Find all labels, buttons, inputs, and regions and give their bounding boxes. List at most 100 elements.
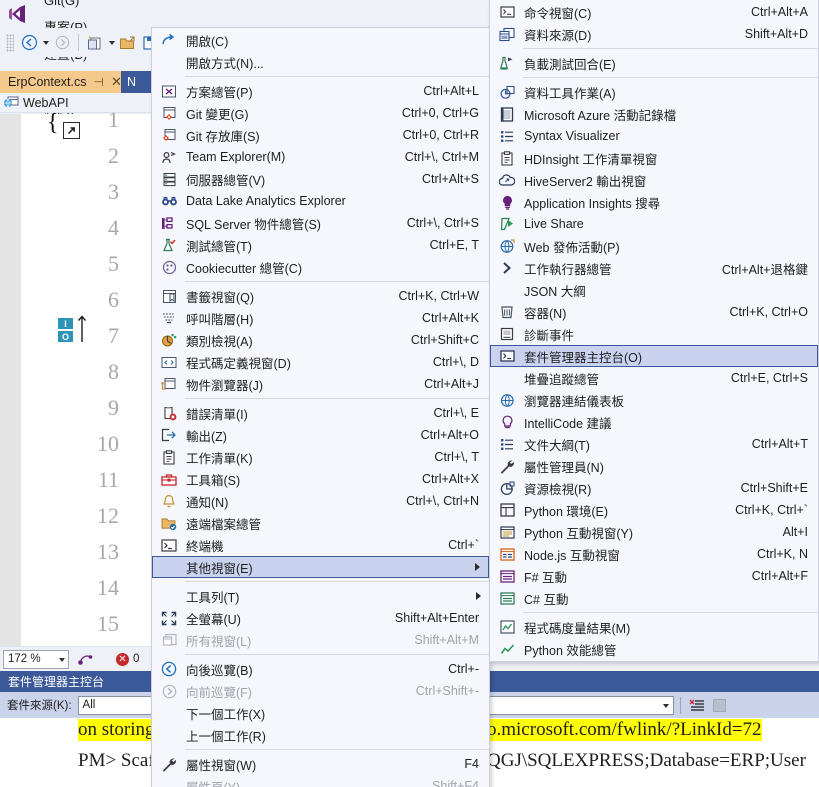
object-browser-icon: [152, 373, 186, 395]
other-windows-menu-item-18[interactable]: 堆疊追蹤總管 Ctrl+E, Ctrl+S: [490, 367, 818, 389]
menubar-item-3[interactable]: Git(G): [34, 0, 98, 15]
view-menu-item-19[interactable]: 錯誤清單(I) Ctrl+\, E: [152, 402, 489, 424]
other-windows-menu-item-8[interactable]: HDInsight 工作清單視窗: [490, 147, 818, 169]
view-menu-item-8[interactable]: Data Lake Analytics Explorer: [152, 190, 489, 212]
view-menu-item-22[interactable]: 工具箱(S) Ctrl+Alt+X: [152, 468, 489, 490]
view-menu-item-37[interactable]: 屬性視窗(W) F4: [152, 753, 489, 775]
other-windows-menu-item-30[interactable]: 程式碼度量結果(M): [490, 616, 818, 638]
view-menu-item-14[interactable]: 呼叫階層(H) Ctrl+Alt+K: [152, 307, 489, 329]
other-windows-menu-item-6[interactable]: Microsoft Azure 活動記錄檔: [490, 103, 818, 125]
view-menu-item-7[interactable]: 伺服器總管(V) Ctrl+Alt+S: [152, 168, 489, 190]
menu-item-label: 類別檢視(A): [186, 334, 253, 349]
other-windows-menu-item-24[interactable]: Python 環境(E) Ctrl+K, Ctrl+`: [490, 499, 818, 521]
view-menu-item-4[interactable]: Git 變更(G) Ctrl+0, Ctrl+G: [152, 102, 489, 124]
pin-icon[interactable]: ⊣: [94, 75, 104, 89]
menu-item-shortcut: Ctrl+Alt+J: [424, 377, 479, 391]
other-windows-menu-item-16[interactable]: 診斷事件: [490, 323, 818, 345]
view-menu-item-0[interactable]: 開啟(C): [152, 29, 489, 51]
other-windows-menu-item-28[interactable]: C# 互動: [490, 587, 818, 609]
other-windows-menu-item-14[interactable]: JSON 大綱: [490, 279, 818, 301]
view-menu-item-29[interactable]: 全螢幕(U) Shift+Alt+Enter: [152, 607, 489, 629]
view-menu-item-21[interactable]: 工作清單(K) Ctrl+\, T: [152, 446, 489, 468]
view-menu-item-23[interactable]: 通知(N) Ctrl+\, Ctrl+N: [152, 490, 489, 512]
other-windows-menu-item-31[interactable]: Python 效能總管: [490, 638, 818, 660]
view-menu-item-11[interactable]: Cookiecutter 總管(C): [152, 256, 489, 278]
chevron-down-icon[interactable]: [59, 657, 65, 662]
code-insight-icon[interactable]: [77, 651, 94, 667]
other-windows-menu-item-3[interactable]: 負載測試回合(E): [490, 52, 818, 74]
menu-item-shortcut: Ctrl+K, Ctrl+O: [729, 305, 809, 319]
open-file-icon[interactable]: [117, 32, 139, 54]
menu-item-shortcut: Ctrl+K, Ctrl+W: [398, 289, 479, 303]
other-windows-menu-item-9[interactable]: HiveServer2 輸出視窗: [490, 169, 818, 191]
other-windows-menu-item-5[interactable]: 資料工具作業(A): [490, 81, 818, 103]
menu-item-shortcut: Ctrl+Alt+O: [420, 428, 479, 442]
editor-line-number: 9: [108, 395, 119, 420]
other-windows-menu-item-1[interactable]: 資料來源(D) Shift+Alt+D: [490, 23, 818, 45]
view-menu-item-5[interactable]: Git 存放庫(S) Ctrl+0, Ctrl+R: [152, 124, 489, 146]
view-menu-item-32[interactable]: 向後巡覽(B) Ctrl+-: [152, 658, 489, 680]
view-menu-item-6[interactable]: Team Explorer(M) Ctrl+\, Ctrl+M: [152, 146, 489, 168]
other-windows-menu-item-23[interactable]: 資源檢視(R) Ctrl+Shift+E: [490, 477, 818, 499]
other-windows-menu-item-12[interactable]: Web 發佈活動(P): [490, 235, 818, 257]
new-item-icon[interactable]: [84, 32, 106, 54]
editor-tab-next[interactable]: N: [121, 71, 155, 93]
other-windows-menu-item-7[interactable]: Syntax Visualizer: [490, 125, 818, 147]
view-menu-item-35[interactable]: 上一個工作(R): [152, 724, 489, 746]
view-menu-dropdown[interactable]: 開啟(C) 開啟方式(N)... 方案總管(P) Ctrl+Alt+L Git 變更(G…: [151, 27, 490, 787]
view-menu-item-15[interactable]: 類別檢視(A) Ctrl+Shift+C: [152, 329, 489, 351]
other-windows-menu-item-26[interactable]: Node.js 互動視窗 Ctrl+K, N: [490, 543, 818, 565]
navbar-project-label[interactable]: WebAPI: [23, 96, 69, 110]
menu-item-label: 堆疊追蹤總管: [524, 372, 600, 387]
syntax-visualizer-icon: [490, 125, 524, 147]
other-windows-menu-item-13[interactable]: 工作執行器總管 Ctrl+Alt+退格鍵: [490, 257, 818, 279]
menu-item-shortcut: Ctrl+K, N: [756, 547, 808, 561]
submenu-arrow-icon: [473, 592, 489, 600]
view-menu-item-34[interactable]: 下一個工作(X): [152, 702, 489, 724]
view-menu-item-1[interactable]: 開啟方式(N)...: [152, 51, 489, 73]
team-explorer-icon: [152, 146, 186, 168]
chevron-down-icon[interactable]: [662, 703, 669, 708]
view-menu-item-20[interactable]: 輸出(Z) Ctrl+Alt+O: [152, 424, 489, 446]
editor-line-number: 6: [108, 287, 119, 312]
expand-outlining-icon[interactable]: [63, 122, 80, 139]
clear-console-icon[interactable]: [687, 695, 707, 715]
other-windows-menu-item-15[interactable]: 容器(N) Ctrl+K, Ctrl+O: [490, 301, 818, 323]
editor-tab-erpcontext[interactable]: ErpContext.cs ⊣ ✕: [0, 71, 127, 93]
other-windows-menu-item-22[interactable]: 屬性管理員(N): [490, 455, 818, 477]
view-menu-item-10[interactable]: 測試總管(T) Ctrl+E, T: [152, 234, 489, 256]
other-windows-menu-item-10[interactable]: Application Insights 搜尋: [490, 191, 818, 213]
view-menu-item-16[interactable]: 程式碼定義視窗(D) Ctrl+\, D: [152, 351, 489, 373]
submenu-arrow-icon: [472, 563, 488, 571]
view-menu-item-9[interactable]: SQL Server 物件總管(S) Ctrl+\, Ctrl+S: [152, 212, 489, 234]
navigate-back-dropdown-icon[interactable]: [40, 32, 51, 54]
no-icon: [152, 585, 186, 607]
view-menu-item-24[interactable]: 遠端檔案總管: [152, 512, 489, 534]
navigate-back-icon[interactable]: [18, 32, 40, 54]
zoom-level-combo[interactable]: 172 %: [3, 649, 69, 669]
fullscreen-icon: [152, 607, 186, 629]
view-menu-item-13[interactable]: 書籤視窗(Q) Ctrl+K, Ctrl+W: [152, 285, 489, 307]
view-menu-item-28[interactable]: 工具列(T): [152, 585, 489, 607]
toolbar-grip[interactable]: [6, 33, 14, 52]
other-windows-menu-item-25[interactable]: Python 互動視窗(Y) Alt+I: [490, 521, 818, 543]
nodejs-interactive-icon: [490, 543, 524, 565]
other-windows-menu-item-20[interactable]: IntelliCode 建議: [490, 411, 818, 433]
editor-line-number: 3: [108, 179, 119, 204]
new-item-dropdown-icon[interactable]: [106, 32, 117, 54]
view-menu-item-3[interactable]: 方案總管(P) Ctrl+Alt+L: [152, 80, 489, 102]
other-windows-menu-item-27[interactable]: F# 互動 Ctrl+Alt+F: [490, 565, 818, 587]
view-menu-item-26[interactable]: 其他視窗(E): [152, 556, 489, 578]
error-count-badge[interactable]: ✕ 0: [116, 652, 139, 666]
other-windows-menu-item-21[interactable]: 文件大綱(T) Ctrl+Alt+T: [490, 433, 818, 455]
no-icon: [490, 367, 524, 389]
other-windows-menu-item-19[interactable]: 瀏覽器連結儀表板: [490, 389, 818, 411]
stop-icon[interactable]: [712, 698, 726, 712]
view-menu-item-25[interactable]: 終端機 Ctrl+`: [152, 534, 489, 556]
view-menu-item-17[interactable]: 物件瀏覽器(J) Ctrl+Alt+J: [152, 373, 489, 395]
other-windows-submenu[interactable]: 命令視窗(C) Ctrl+Alt+A 資料來源(D) Shift+Alt+D 負載測試回…: [489, 0, 819, 662]
other-windows-menu-item-11[interactable]: Live Share: [490, 213, 818, 235]
menu-item-label: Python 互動視窗(Y): [524, 526, 634, 541]
other-windows-menu-item-0[interactable]: 命令視窗(C) Ctrl+Alt+A: [490, 1, 818, 23]
other-windows-menu-item-17[interactable]: 套件管理器主控台(O): [490, 345, 818, 367]
